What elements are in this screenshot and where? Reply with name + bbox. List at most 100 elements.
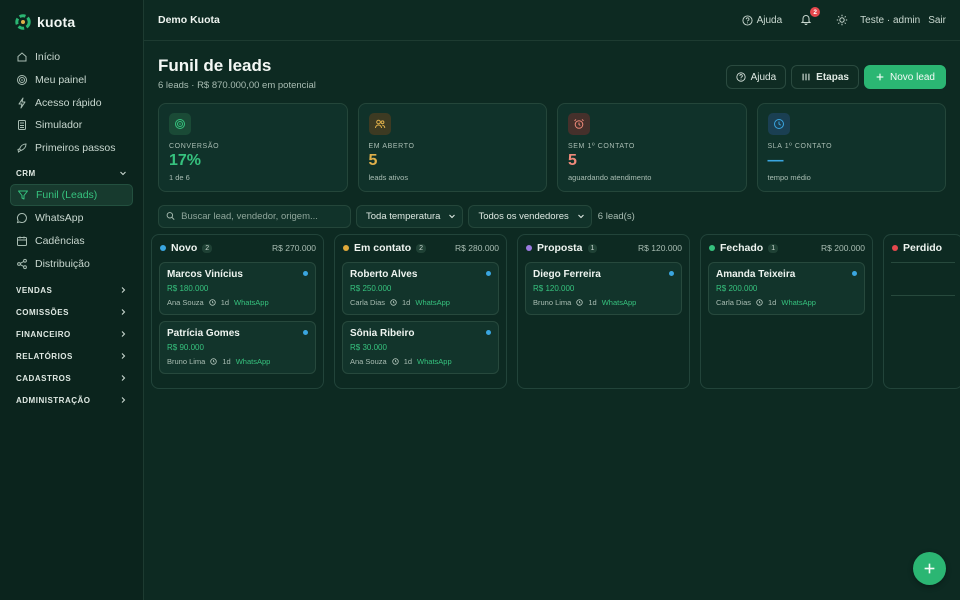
help-link[interactable]: Ajuda	[742, 15, 782, 26]
sidebar-item-distribuicao[interactable]: Distribuição	[10, 253, 133, 275]
lead-name: Marcos Vinícius	[167, 269, 243, 280]
search-input[interactable]	[181, 210, 343, 222]
sidebar-item-inicio[interactable]: Início	[10, 46, 133, 68]
column-count: 1	[768, 243, 779, 253]
chat-icon	[16, 212, 27, 224]
page-header: Funil de leads 6 leads · R$ 870.000,00 e…	[144, 41, 960, 103]
clock-icon	[773, 119, 784, 129]
clock-icon	[391, 358, 399, 365]
lead-card[interactable]: Patrícia Gomes R$ 90.000 Bruno Lima 1d W…	[159, 321, 316, 374]
columns-icon	[802, 73, 810, 81]
sidebar-section-crm[interactable]: CRM	[10, 162, 133, 184]
column-header: Fechado 1 R$ 200.000	[708, 242, 865, 254]
lead-value: R$ 200.000	[716, 284, 758, 293]
sidebar-item-funil-leads[interactable]: Funil (Leads)	[10, 184, 133, 207]
logout-link[interactable]: Sair	[928, 15, 946, 26]
stages-button-label: Etapas	[816, 71, 849, 83]
lead-channel: WhatsApp	[415, 298, 450, 307]
stages-button[interactable]: Etapas	[791, 65, 859, 89]
help-button[interactable]: Ajuda	[725, 65, 787, 89]
sidebar-section-relatorios[interactable]: RELATÓRIOS	[10, 345, 133, 367]
kpi-note: leads ativos	[368, 173, 409, 182]
share-icon	[17, 258, 27, 269]
sidebar-item-meu-painel[interactable]: Meu painel	[10, 69, 133, 91]
lead-value: R$ 120.000	[533, 284, 575, 293]
clock-icon	[756, 299, 763, 306]
theme-toggle-sun-icon[interactable]	[836, 14, 848, 26]
plus-icon	[876, 73, 884, 81]
sidebar-section-administracao[interactable]: ADMINISTRAÇÃO	[10, 389, 133, 411]
sidebar-section-comissoes[interactable]: COMISSÕES	[10, 301, 133, 323]
sellers-select-value: Todos os vendedores	[478, 210, 569, 222]
bolt-icon	[18, 97, 26, 109]
user-label: Teste · admin	[860, 14, 921, 26]
filters-bar: Toda temperatura Todos os vendedores 6 l…	[144, 204, 960, 228]
sidebar-item-label: Funil (Leads)	[36, 189, 98, 202]
lead-value: R$ 250.000	[350, 284, 392, 293]
sidebar-item-label: Meu painel	[35, 73, 87, 86]
column-total: R$ 120.000	[638, 243, 682, 253]
lead-value: R$ 180.000	[167, 284, 209, 293]
empty-column-placeholder	[891, 262, 955, 296]
sidebar-section-financeiro[interactable]: FINANCEIRO	[10, 323, 133, 345]
kpi-value: 5	[568, 152, 577, 169]
sidebar-section-vendas[interactable]: VENDAS	[10, 279, 133, 301]
lead-seller: Bruno Lima	[533, 298, 572, 307]
page-subtitle: 6 leads · R$ 870.000,00 em potencial	[158, 80, 316, 91]
lead-card[interactable]: Marcos Vinícius R$ 180.000 Ana Souza 1d …	[159, 262, 316, 315]
kpi-card-conversao: CONVERSÃO 17% 1 de 6	[158, 103, 348, 192]
unread-dot	[303, 330, 308, 335]
chevron-down-icon	[449, 214, 456, 219]
lead-seller: Carla Dias	[716, 298, 752, 307]
lead-meta: Bruno Lima 1d WhatsApp	[533, 298, 674, 307]
calculator-icon	[18, 120, 26, 131]
sidebar-item-label: Cadências	[35, 234, 85, 247]
column-header: Proposta 1 R$ 120.000	[525, 242, 682, 254]
unread-dot	[303, 271, 308, 276]
company-name: Demo Kuota	[158, 14, 220, 26]
column-header: Perdido	[891, 242, 955, 254]
lead-name: Diego Ferreira	[533, 269, 601, 280]
lead-name: Roberto Alves	[350, 269, 418, 280]
floating-add-button[interactable]	[913, 552, 946, 585]
unread-dot	[486, 271, 491, 276]
column-name: Perdido	[903, 242, 943, 254]
notifications-button[interactable]: 2	[800, 7, 821, 27]
section-label: ADMINISTRAÇÃO	[16, 395, 91, 405]
lead-card[interactable]: Diego Ferreira R$ 120.000 Bruno Lima 1d …	[525, 262, 682, 315]
lead-age: 1d	[403, 357, 413, 366]
chevron-down-icon	[577, 214, 584, 219]
lead-seller: Carla Dias	[350, 298, 386, 307]
sidebar-section-cadastros[interactable]: CADASTROS	[10, 367, 133, 389]
chevron-right-icon	[121, 287, 126, 294]
lead-card[interactable]: Amanda Teixeira R$ 200.000 Carla Dias 1d…	[708, 262, 865, 315]
lead-channel: WhatsApp	[781, 298, 816, 307]
sidebar-item-label: WhatsApp	[35, 211, 84, 224]
lead-card[interactable]: Sônia Ribeiro R$ 30.000 Ana Souza 1d Wha…	[342, 321, 499, 374]
kpi-card-sem-contato: SEM 1º CONTATO 5 aguardando atendimento	[557, 103, 747, 192]
new-lead-button[interactable]: Novo lead	[863, 65, 946, 89]
temperature-select[interactable]: Toda temperatura	[356, 204, 464, 228]
column-name: Proposta	[537, 242, 583, 254]
sidebar-item-cadencias[interactable]: Cadências	[10, 230, 133, 252]
chevron-right-icon	[121, 331, 126, 338]
unread-dot	[486, 330, 491, 335]
lead-meta: Ana Souza 1d WhatsApp	[167, 298, 308, 307]
sidebar-item-whatsapp[interactable]: WhatsApp	[10, 207, 133, 229]
kanban-column-perdido: Perdido	[883, 234, 960, 389]
clock-icon	[208, 299, 216, 306]
page-actions: Ajuda Etapas Novo lead	[725, 65, 946, 89]
sidebar-item-simulador[interactable]: Simulador	[10, 114, 133, 136]
lead-age: 1d	[220, 298, 230, 307]
plus-icon	[924, 563, 935, 574]
brand-logo[interactable]: kuota	[10, 0, 133, 44]
lead-age: 1d	[588, 298, 597, 307]
sidebar-item-acesso-rapido[interactable]: Acesso rápido	[10, 92, 133, 114]
chevron-right-icon	[121, 309, 126, 316]
help-circle-icon	[736, 72, 746, 82]
column-total: R$ 280.000	[455, 243, 499, 253]
sellers-select[interactable]: Todos os vendedores	[468, 204, 592, 228]
section-label: CRM	[16, 168, 36, 178]
lead-card[interactable]: Roberto Alves R$ 250.000 Carla Dias 1d W…	[342, 262, 499, 315]
sidebar-item-primeiros-passos[interactable]: Primeiros passos	[10, 137, 133, 159]
